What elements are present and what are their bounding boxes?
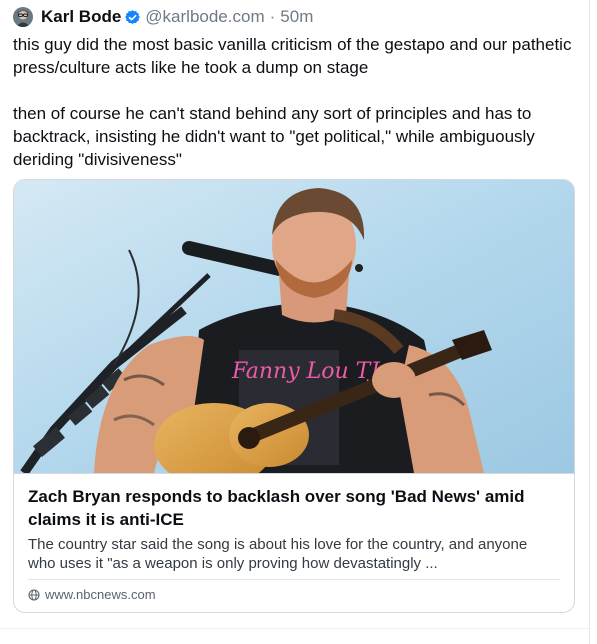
link-card-divider [28,579,560,580]
display-name[interactable]: Karl Bode [41,7,121,27]
link-card-description: The country star said the song is about … [28,536,528,572]
separator-dot: · [269,7,276,26]
link-card[interactable]: Fanny Lou TJ Zach Bryan responds to back [13,179,575,613]
shirt-graphic-text: Fanny Lou TJ [231,359,380,384]
avatar[interactable] [13,7,33,27]
post-header: Karl Bode @karlbode.com · 50m [13,5,313,29]
verified-badge-icon [125,9,141,25]
feed-column-border [589,0,590,644]
handle[interactable]: @karlbode.com [145,7,264,27]
timestamp[interactable]: 50m [280,7,313,27]
globe-icon [28,588,40,601]
post[interactable]: Karl Bode @karlbode.com · 50m this guy d… [0,0,597,644]
link-card-image[interactable]: Fanny Lou TJ [14,180,574,474]
link-card-title[interactable]: Zach Bryan responds to backlash over son… [28,485,558,531]
link-card-domain[interactable]: www.nbcnews.com [28,587,156,602]
post-text: this guy did the most basic vanilla crit… [13,35,572,169]
post-bottom-divider [0,628,589,629]
link-card-domain-text: www.nbcnews.com [45,587,156,602]
